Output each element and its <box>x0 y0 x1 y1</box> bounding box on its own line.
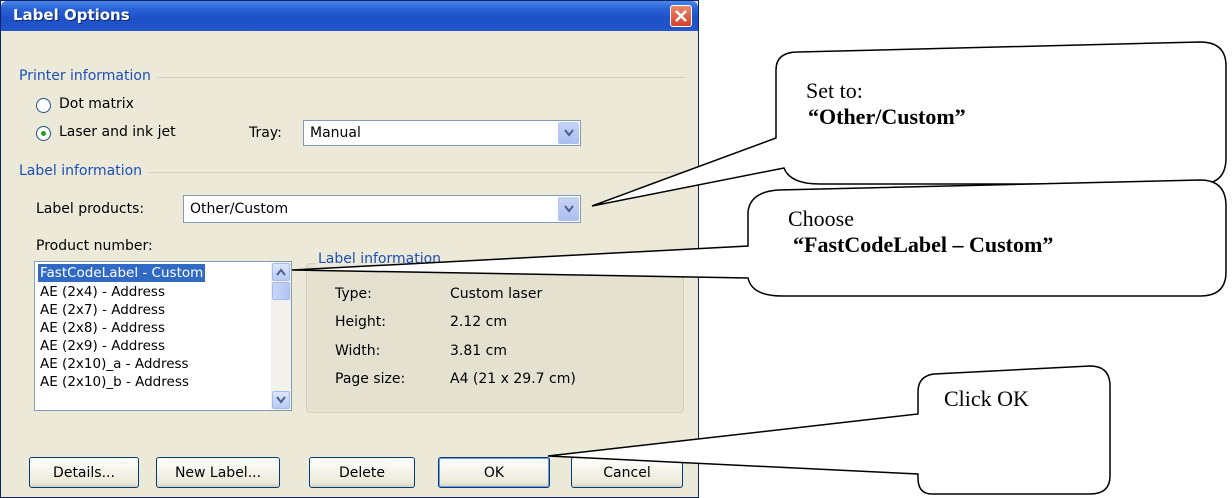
callout-click-ok: Click OK <box>944 386 1029 411</box>
callout-choose-bubble <box>291 179 1227 297</box>
callout-choose-line2: “FastCodeLabel – Custom” <box>793 232 1054 257</box>
callout-set-to-line2: “Other/Custom” <box>808 104 966 129</box>
callout-set-to-line1: Set to: <box>806 78 863 103</box>
callout-choose-line1: Choose <box>788 206 854 231</box>
